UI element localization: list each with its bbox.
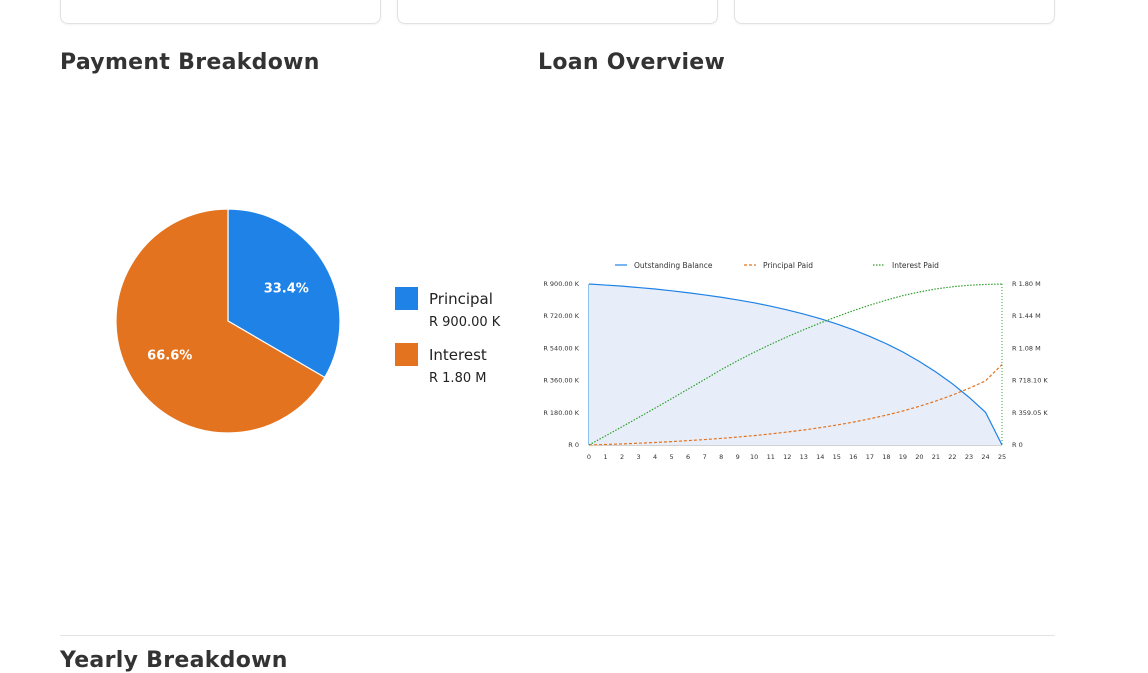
y-left-tick-label: R 900.00 K xyxy=(543,280,579,288)
x-tick-label: 24 xyxy=(981,453,989,461)
legend-label-outstanding-balance: Outstanding Balance xyxy=(634,261,713,270)
payment-pie-chart: 33.4% 66.6% xyxy=(115,208,341,434)
y-left-tick-label: R 360.00 K xyxy=(543,377,579,385)
x-tick-label: 13 xyxy=(800,453,808,461)
legend-swatch-interest xyxy=(395,343,418,366)
legend-value-principal: R 900.00 K xyxy=(429,315,501,330)
summary-card xyxy=(734,0,1055,24)
y-left-tick-label: R 540.00 K xyxy=(543,344,579,352)
legend-label-principal: Principal xyxy=(429,290,493,308)
legend-swatch-principal xyxy=(395,287,418,310)
x-tick-label: 9 xyxy=(736,453,740,461)
x-tick-label: 3 xyxy=(636,453,640,461)
x-tick-label: 14 xyxy=(816,453,824,461)
x-tick-label: 17 xyxy=(866,453,874,461)
x-tick-label: 7 xyxy=(703,453,707,461)
x-tick-label: 4 xyxy=(653,453,657,461)
pie-slice-label: 66.6% xyxy=(147,348,192,363)
y-right-tick-label: R 0 xyxy=(1012,441,1023,449)
summary-card xyxy=(397,0,718,24)
legend-label-interest: Interest xyxy=(429,346,487,364)
legend-label-interest-paid: Interest Paid xyxy=(892,261,939,270)
loan-overview-chart: R 900.00 K R 720.00 K R 540.00 K R 360.00 K… xyxy=(543,261,1048,461)
x-tick-label: 6 xyxy=(686,453,690,461)
x-tick-label: 1 xyxy=(603,453,607,461)
x-tick-label: 22 xyxy=(948,453,956,461)
y-right-tick-label: R 1.44 M xyxy=(1012,312,1041,320)
x-tick-label: 0 xyxy=(587,453,591,461)
summary-cards xyxy=(60,0,1055,24)
x-tick-label: 21 xyxy=(932,453,940,461)
y-right-tick-label: R 359.05 K xyxy=(1012,409,1048,417)
y-left-tick-label: R 180.00 K xyxy=(543,409,579,417)
x-tick-label: 12 xyxy=(783,453,791,461)
y-right-tick-label: R 1.08 M xyxy=(1012,344,1041,352)
x-tick-label: 16 xyxy=(849,453,857,461)
legend-label-principal-paid: Principal Paid xyxy=(763,261,813,270)
summary-card xyxy=(60,0,381,24)
y-right-tick-label: R 1.80 M xyxy=(1012,280,1041,288)
yearly-breakdown-title: Yearly Breakdown xyxy=(60,648,288,673)
x-tick-label: 20 xyxy=(915,453,923,461)
y-left-tick-label: R 720.00 K xyxy=(543,312,579,320)
x-tick-label: 8 xyxy=(719,453,723,461)
section-divider xyxy=(60,635,1055,636)
payment-breakdown-title: Payment Breakdown xyxy=(60,50,320,75)
x-tick-label: 18 xyxy=(882,453,890,461)
x-tick-label: 23 xyxy=(965,453,973,461)
loan-overview-title: Loan Overview xyxy=(538,50,726,75)
x-tick-label: 2 xyxy=(620,453,624,461)
series-area-outstanding-balance xyxy=(589,284,1002,445)
legend-value-interest: R 1.80 M xyxy=(429,371,487,386)
y-left-tick-label: R 0 xyxy=(568,441,579,449)
x-tick-label: 25 xyxy=(998,453,1006,461)
x-tick-label: 5 xyxy=(670,453,674,461)
x-tick-label: 15 xyxy=(833,453,841,461)
x-tick-label: 19 xyxy=(899,453,907,461)
x-tick-label: 11 xyxy=(767,453,775,461)
pie-slice-label: 33.4% xyxy=(264,282,309,297)
x-tick-label: 10 xyxy=(750,453,758,461)
y-right-tick-label: R 718.10 K xyxy=(1012,377,1048,385)
